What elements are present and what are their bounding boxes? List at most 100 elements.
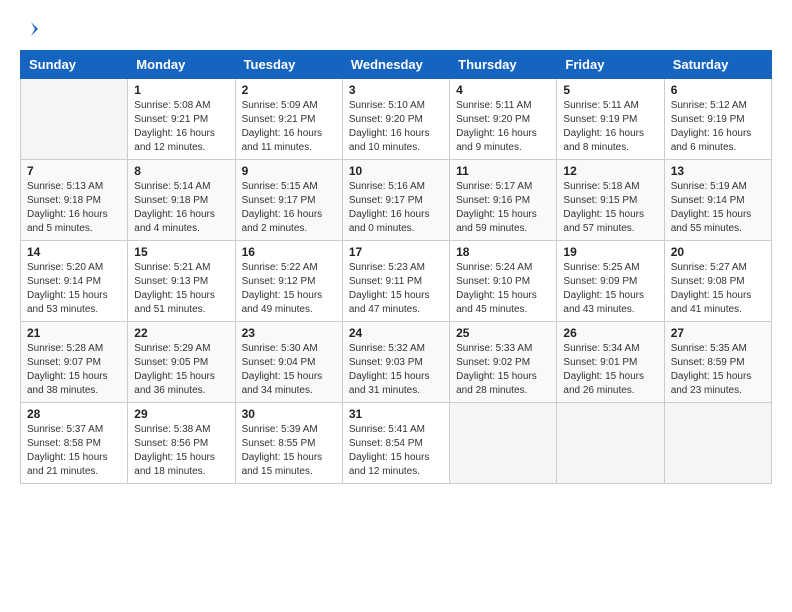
day-number: 24 <box>349 326 443 340</box>
day-cell: 22 Sunrise: 5:29 AM Sunset: 9:05 PM Dayli… <box>128 322 235 403</box>
day-info: Sunrise: 5:10 AM Sunset: 9:20 PM Dayligh… <box>349 99 443 155</box>
weekday-header-row: SundayMondayTuesdayWednesdayThursdayFrid… <box>21 51 772 79</box>
day-cell: 7 Sunrise: 5:13 AM Sunset: 9:18 PM Daylig… <box>21 160 128 241</box>
day-cell: 6Sunrise: 5:12 AM Sunset: 9:19 PM Daylig… <box>664 79 771 160</box>
week-row-5: 28Sunrise: 5:37 AM Sunset: 8:58 PM Dayli… <box>21 403 772 484</box>
day-info: Sunrise: 5:39 AM Sunset: 8:55 PM Dayligh… <box>242 423 336 479</box>
day-info: Sunrise: 5:13 AM Sunset: 9:18 PM Dayligh… <box>27 180 121 236</box>
day-cell: 10Sunrise: 5:16 AM Sunset: 9:17 PM Dayli… <box>342 160 449 241</box>
day-cell <box>557 403 664 484</box>
day-cell: 16 Sunrise: 5:22 AM Sunset: 9:12 PM Dayli… <box>235 241 342 322</box>
day-info: Sunrise: 5:08 AM Sunset: 9:21 PM Dayligh… <box>134 99 228 155</box>
day-cell: 31 Sunrise: 5:41 AM Sunset: 8:54 PM Dayli… <box>342 403 449 484</box>
day-cell: 13Sunrise: 5:19 AM Sunset: 9:14 PM Dayli… <box>664 160 771 241</box>
day-number: 31 <box>349 407 443 421</box>
day-number: 7 <box>27 164 121 178</box>
day-info: Sunrise: 5:38 AM Sunset: 8:56 PM Dayligh… <box>134 423 228 479</box>
day-info: Sunrise: 5:35 AM Sunset: 8:59 PM Dayligh… <box>671 342 765 398</box>
day-cell: 17 Sunrise: 5:23 AM Sunset: 9:11 PM Dayli… <box>342 241 449 322</box>
weekday-tuesday: Tuesday <box>235 51 342 79</box>
day-cell: 4 Sunrise: 5:11 AM Sunset: 9:20 PM Daylig… <box>450 79 557 160</box>
day-cell <box>450 403 557 484</box>
day-cell: 29 Sunrise: 5:38 AM Sunset: 8:56 PM Dayli… <box>128 403 235 484</box>
logo-icon <box>22 20 40 38</box>
day-number: 20 <box>671 245 765 259</box>
day-number: 9 <box>242 164 336 178</box>
day-info: Sunrise: 5:37 AM Sunset: 8:58 PM Dayligh… <box>27 423 121 479</box>
day-info: Sunrise: 5:14 AM Sunset: 9:18 PM Dayligh… <box>134 180 228 236</box>
day-cell: 1 Sunrise: 5:08 AM Sunset: 9:21 PM Daylig… <box>128 79 235 160</box>
day-number: 25 <box>456 326 550 340</box>
day-cell: 14Sunrise: 5:20 AM Sunset: 9:14 PM Dayli… <box>21 241 128 322</box>
day-info: Sunrise: 5:09 AM Sunset: 9:21 PM Dayligh… <box>242 99 336 155</box>
day-info: Sunrise: 5:30 AM Sunset: 9:04 PM Dayligh… <box>242 342 336 398</box>
day-info: Sunrise: 5:28 AM Sunset: 9:07 PM Dayligh… <box>27 342 121 398</box>
day-info: Sunrise: 5:17 AM Sunset: 9:16 PM Dayligh… <box>456 180 550 236</box>
day-cell: 3 Sunrise: 5:10 AM Sunset: 9:20 PM Daylig… <box>342 79 449 160</box>
day-cell: 28Sunrise: 5:37 AM Sunset: 8:58 PM Dayli… <box>21 403 128 484</box>
day-cell: 9 Sunrise: 5:15 AM Sunset: 9:17 PM Daylig… <box>235 160 342 241</box>
day-info: Sunrise: 5:25 AM Sunset: 9:09 PM Dayligh… <box>563 261 657 317</box>
logo <box>20 20 40 38</box>
day-number: 19 <box>563 245 657 259</box>
weekday-saturday: Saturday <box>664 51 771 79</box>
day-info: Sunrise: 5:24 AM Sunset: 9:10 PM Dayligh… <box>456 261 550 317</box>
day-cell <box>664 403 771 484</box>
day-number: 18 <box>456 245 550 259</box>
day-info: Sunrise: 5:22 AM Sunset: 9:12 PM Dayligh… <box>242 261 336 317</box>
day-cell <box>21 79 128 160</box>
day-number: 27 <box>671 326 765 340</box>
day-number: 23 <box>242 326 336 340</box>
day-info: Sunrise: 5:41 AM Sunset: 8:54 PM Dayligh… <box>349 423 443 479</box>
day-info: Sunrise: 5:21 AM Sunset: 9:13 PM Dayligh… <box>134 261 228 317</box>
weekday-thursday: Thursday <box>450 51 557 79</box>
calendar: SundayMondayTuesdayWednesdayThursdayFrid… <box>20 50 772 484</box>
day-number: 8 <box>134 164 228 178</box>
day-number: 3 <box>349 83 443 97</box>
day-number: 4 <box>456 83 550 97</box>
day-info: Sunrise: 5:32 AM Sunset: 9:03 PM Dayligh… <box>349 342 443 398</box>
day-number: 5 <box>563 83 657 97</box>
day-cell: 30Sunrise: 5:39 AM Sunset: 8:55 PM Dayli… <box>235 403 342 484</box>
day-cell: 26Sunrise: 5:34 AM Sunset: 9:01 PM Dayli… <box>557 322 664 403</box>
day-number: 15 <box>134 245 228 259</box>
day-number: 16 <box>242 245 336 259</box>
day-cell: 21Sunrise: 5:28 AM Sunset: 9:07 PM Dayli… <box>21 322 128 403</box>
day-number: 1 <box>134 83 228 97</box>
day-cell: 5 Sunrise: 5:11 AM Sunset: 9:19 PM Daylig… <box>557 79 664 160</box>
week-row-2: 7 Sunrise: 5:13 AM Sunset: 9:18 PM Daylig… <box>21 160 772 241</box>
day-number: 22 <box>134 326 228 340</box>
day-info: Sunrise: 5:11 AM Sunset: 9:19 PM Dayligh… <box>563 99 657 155</box>
day-info: Sunrise: 5:29 AM Sunset: 9:05 PM Dayligh… <box>134 342 228 398</box>
day-number: 17 <box>349 245 443 259</box>
day-cell: 12Sunrise: 5:18 AM Sunset: 9:15 PM Dayli… <box>557 160 664 241</box>
day-number: 13 <box>671 164 765 178</box>
day-info: Sunrise: 5:33 AM Sunset: 9:02 PM Dayligh… <box>456 342 550 398</box>
weekday-friday: Friday <box>557 51 664 79</box>
day-cell: 19 Sunrise: 5:25 AM Sunset: 9:09 PM Dayli… <box>557 241 664 322</box>
day-cell: 15 Sunrise: 5:21 AM Sunset: 9:13 PM Dayli… <box>128 241 235 322</box>
day-number: 6 <box>671 83 765 97</box>
day-number: 11 <box>456 164 550 178</box>
day-info: Sunrise: 5:15 AM Sunset: 9:17 PM Dayligh… <box>242 180 336 236</box>
day-cell: 27 Sunrise: 5:35 AM Sunset: 8:59 PM Dayli… <box>664 322 771 403</box>
week-row-3: 14Sunrise: 5:20 AM Sunset: 9:14 PM Dayli… <box>21 241 772 322</box>
header <box>20 20 772 38</box>
day-info: Sunrise: 5:20 AM Sunset: 9:14 PM Dayligh… <box>27 261 121 317</box>
week-row-1: 1 Sunrise: 5:08 AM Sunset: 9:21 PM Daylig… <box>21 79 772 160</box>
day-cell: 8 Sunrise: 5:14 AM Sunset: 9:18 PM Daylig… <box>128 160 235 241</box>
weekday-wednesday: Wednesday <box>342 51 449 79</box>
day-cell: 25 Sunrise: 5:33 AM Sunset: 9:02 PM Dayli… <box>450 322 557 403</box>
day-info: Sunrise: 5:27 AM Sunset: 9:08 PM Dayligh… <box>671 261 765 317</box>
day-info: Sunrise: 5:23 AM Sunset: 9:11 PM Dayligh… <box>349 261 443 317</box>
page: SundayMondayTuesdayWednesdayThursdayFrid… <box>0 0 792 612</box>
day-number: 29 <box>134 407 228 421</box>
day-cell: 11 Sunrise: 5:17 AM Sunset: 9:16 PM Dayli… <box>450 160 557 241</box>
day-cell: 23 Sunrise: 5:30 AM Sunset: 9:04 PM Dayli… <box>235 322 342 403</box>
day-info: Sunrise: 5:11 AM Sunset: 9:20 PM Dayligh… <box>456 99 550 155</box>
day-info: Sunrise: 5:34 AM Sunset: 9:01 PM Dayligh… <box>563 342 657 398</box>
day-info: Sunrise: 5:18 AM Sunset: 9:15 PM Dayligh… <box>563 180 657 236</box>
day-cell: 18 Sunrise: 5:24 AM Sunset: 9:10 PM Dayli… <box>450 241 557 322</box>
week-row-4: 21Sunrise: 5:28 AM Sunset: 9:07 PM Dayli… <box>21 322 772 403</box>
day-cell: 20 Sunrise: 5:27 AM Sunset: 9:08 PM Dayli… <box>664 241 771 322</box>
